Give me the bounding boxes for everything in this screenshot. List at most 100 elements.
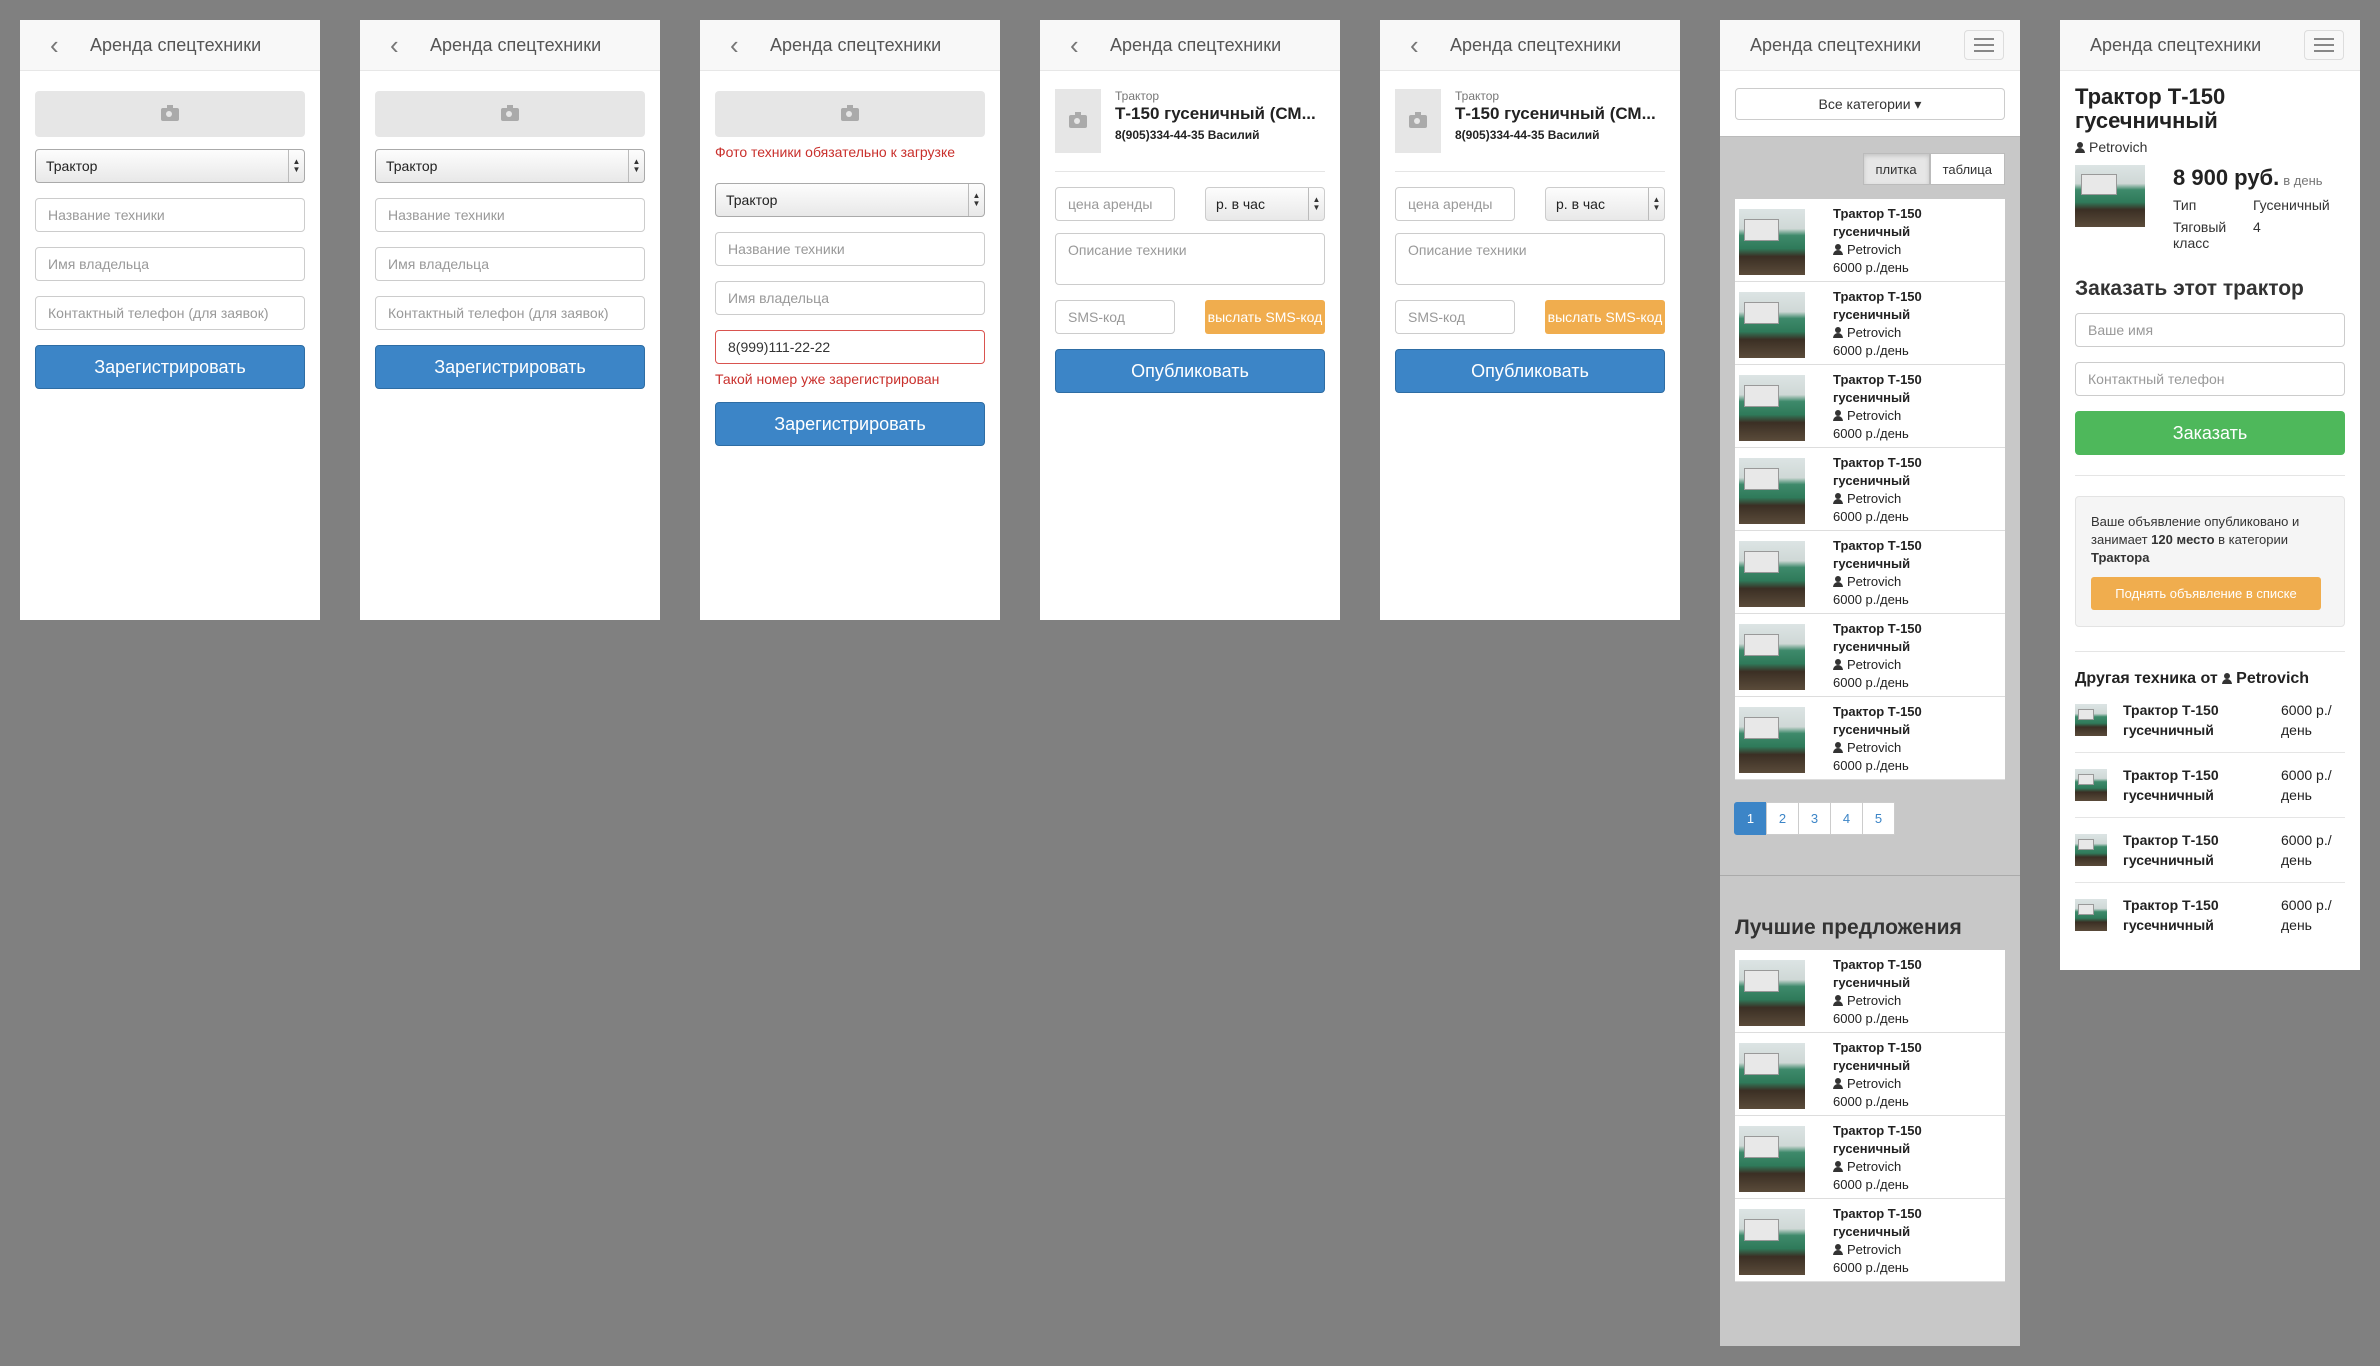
publish-button[interactable]: Опубликовать xyxy=(1055,349,1325,393)
register-button[interactable]: Зарегистрировать xyxy=(375,345,645,389)
tractor-photo xyxy=(2075,769,2107,801)
tractor-photo xyxy=(1739,960,1805,1026)
list-item[interactable]: Трактор Т-150 гусеничный Petrovich 6000 р./… xyxy=(1735,365,2005,448)
camera-icon xyxy=(161,104,179,121)
app-title: Аренда спецтехники xyxy=(1450,34,1622,55)
list-item[interactable]: Трактор Т-150 гусеничный Petrovich 6000 р./… xyxy=(1735,697,2005,780)
register-button[interactable]: Зарегистрировать xyxy=(35,345,305,389)
item-summary: Трактор Т-150 гусеничный (СМ... 8(905)33… xyxy=(1395,71,1665,172)
user-icon xyxy=(1833,742,1843,753)
description-input[interactable]: Описание техники xyxy=(1395,233,1665,285)
photo-upload[interactable] xyxy=(375,91,645,137)
app-title: Аренда спецтехники xyxy=(770,34,942,55)
name-input[interactable]: Ваше имя xyxy=(2075,313,2345,347)
back-icon[interactable]: ‹ xyxy=(1070,32,1098,58)
phone-input[interactable]: Контактный телефон (для заявок) xyxy=(375,296,645,330)
list-item[interactable]: Трактор Т-150 гусеничный Petrovich 6000 р./… xyxy=(1735,950,2005,1033)
view-table-button[interactable]: таблица xyxy=(1929,153,2005,185)
description-input[interactable]: Описание техники xyxy=(1055,233,1325,285)
publish-button[interactable]: Опубликовать xyxy=(1395,349,1665,393)
page-link[interactable]: 5 xyxy=(1862,802,1895,835)
list-item[interactable]: Трактор Т-150 гусечничный 6000 р./ день xyxy=(2075,883,2345,947)
price-input[interactable]: цена аренды xyxy=(1055,187,1175,221)
list-item[interactable]: Трактор Т-150 гусеничный Petrovich 6000 р./… xyxy=(1735,531,2005,614)
list-item[interactable]: Трактор Т-150 гусеничный Petrovich 6000 р./… xyxy=(1735,1033,2005,1116)
tractor-photo xyxy=(1739,1126,1805,1192)
back-icon[interactable]: ‹ xyxy=(730,32,758,58)
unit-select[interactable]: р. в час ▲ ▼ xyxy=(1205,187,1325,221)
category-select[interactable]: Трактор ▲ ▼ xyxy=(715,183,985,217)
screen-detail: Аренда спецтехники Трактор Т-150 гусечни… xyxy=(2060,20,2360,970)
back-icon[interactable]: ‹ xyxy=(390,32,418,58)
page-link[interactable]: 2 xyxy=(1766,802,1799,835)
app-header: ‹ Аренда спецтехники xyxy=(360,20,660,71)
photo-upload[interactable] xyxy=(715,91,985,137)
page-link[interactable]: 3 xyxy=(1798,802,1831,835)
list-item[interactable]: Трактор Т-150 гусеничный Petrovich 6000 р./… xyxy=(1735,448,2005,531)
user-icon xyxy=(2075,142,2085,153)
menu-icon[interactable] xyxy=(2304,30,2344,60)
category-select[interactable]: Трактор ▲ ▼ xyxy=(375,149,645,183)
phone-input[interactable]: Контактный телефон (для заявок) xyxy=(35,296,305,330)
product-title: Трактор Т-150 гусечничный xyxy=(2075,84,2226,133)
app-title: Аренда спецтехники xyxy=(1110,34,1282,55)
page-link[interactable]: 4 xyxy=(1830,802,1863,835)
order-button[interactable]: Заказать xyxy=(2075,411,2345,455)
back-icon[interactable]: ‹ xyxy=(50,32,78,58)
screen-register-1: ‹ Аренда спецтехники Трактор ▲ ▼ Название … xyxy=(20,20,320,620)
screen-register-2: ‹ Аренда спецтехники Трактор ▲ ▼ Название … xyxy=(360,20,660,620)
user-icon xyxy=(1833,576,1843,587)
tractor-photo xyxy=(1739,458,1805,524)
name-input[interactable]: Название техники xyxy=(375,198,645,232)
photo-error: Фото техники обязательно к загрузке xyxy=(715,144,956,160)
list-item[interactable]: Трактор Т-150 гусеничный Petrovich 6000 р./… xyxy=(1735,282,2005,365)
user-icon xyxy=(1833,493,1843,504)
photo-placeholder[interactable] xyxy=(1395,89,1441,153)
tractor-photo xyxy=(1739,1043,1805,1109)
tractor-photo[interactable] xyxy=(2075,165,2145,227)
app-title: Аренда спецтехники xyxy=(90,34,262,55)
register-button[interactable]: Зарегистрировать xyxy=(715,402,985,446)
menu-icon[interactable] xyxy=(1964,30,2004,60)
send-sms-button[interactable]: выслать SMS-код xyxy=(1205,300,1325,334)
pagination: 1 2 3 4 5 xyxy=(1734,802,2005,835)
price-input[interactable]: цена аренды xyxy=(1395,187,1515,221)
other-equipment-title: Другая техника от Petrovich xyxy=(2075,651,2345,688)
list-item[interactable]: Трактор Т-150 гусеничный Petrovich 6000 р./… xyxy=(1735,1116,2005,1199)
app-title: Аренда спецтехники xyxy=(1750,34,1922,55)
phone-input[interactable]: 8(999)111-22-22 xyxy=(715,330,985,364)
back-icon[interactable]: ‹ xyxy=(1410,32,1438,58)
owner-input[interactable]: Имя владельца xyxy=(715,281,985,315)
sms-input[interactable]: SMS-код xyxy=(1395,300,1515,334)
app-title: Аренда спецтехники xyxy=(430,34,602,55)
tractor-photo xyxy=(2075,899,2107,931)
camera-icon xyxy=(501,104,519,121)
name-input[interactable]: Название техники xyxy=(715,232,985,266)
phone-error: Такой номер уже зарегистрирован xyxy=(715,371,940,387)
view-tile-button[interactable]: плитка xyxy=(1862,153,1930,185)
unit-select[interactable]: р. в час ▲ ▼ xyxy=(1545,187,1665,221)
tractor-photo xyxy=(1739,624,1805,690)
list-item[interactable]: Трактор Т-150 гусечничный 6000 р./ день xyxy=(2075,753,2345,818)
category-dropdown[interactable]: Все категории ▾ xyxy=(1735,88,2005,120)
list-item[interactable]: Трактор Т-150 гусечничный 6000 р./ день xyxy=(2075,688,2345,753)
user-icon xyxy=(1833,1244,1843,1255)
owner-input[interactable]: Имя владельца xyxy=(375,247,645,281)
photo-upload[interactable] xyxy=(35,91,305,137)
send-sms-button[interactable]: выслать SMS-код xyxy=(1545,300,1665,334)
user-icon xyxy=(1833,1078,1843,1089)
list-item[interactable]: Трактор Т-150 гусеничный Petrovich 6000 р./… xyxy=(1735,199,2005,282)
list-item[interactable]: Трактор Т-150 гусечничный 6000 р./ день xyxy=(2075,818,2345,883)
page-link[interactable]: 1 xyxy=(1734,802,1767,835)
boost-button[interactable]: Поднять объявление в списке xyxy=(2091,577,2321,610)
owner-link[interactable]: Petrovich xyxy=(2075,139,2345,155)
name-input[interactable]: Название техники xyxy=(35,198,305,232)
list-item[interactable]: Трактор Т-150 гусеничный Petrovich 6000 р./… xyxy=(1735,1199,2005,1282)
list-item[interactable]: Трактор Т-150 гусеничный Petrovich 6000 р./… xyxy=(1735,614,2005,697)
user-icon xyxy=(1833,410,1843,421)
photo-placeholder[interactable] xyxy=(1055,89,1101,153)
owner-input[interactable]: Имя владельца xyxy=(35,247,305,281)
category-select[interactable]: Трактор ▲ ▼ xyxy=(35,149,305,183)
sms-input[interactable]: SMS-код xyxy=(1055,300,1175,334)
phone-input[interactable]: Контактный телефон xyxy=(2075,362,2345,396)
